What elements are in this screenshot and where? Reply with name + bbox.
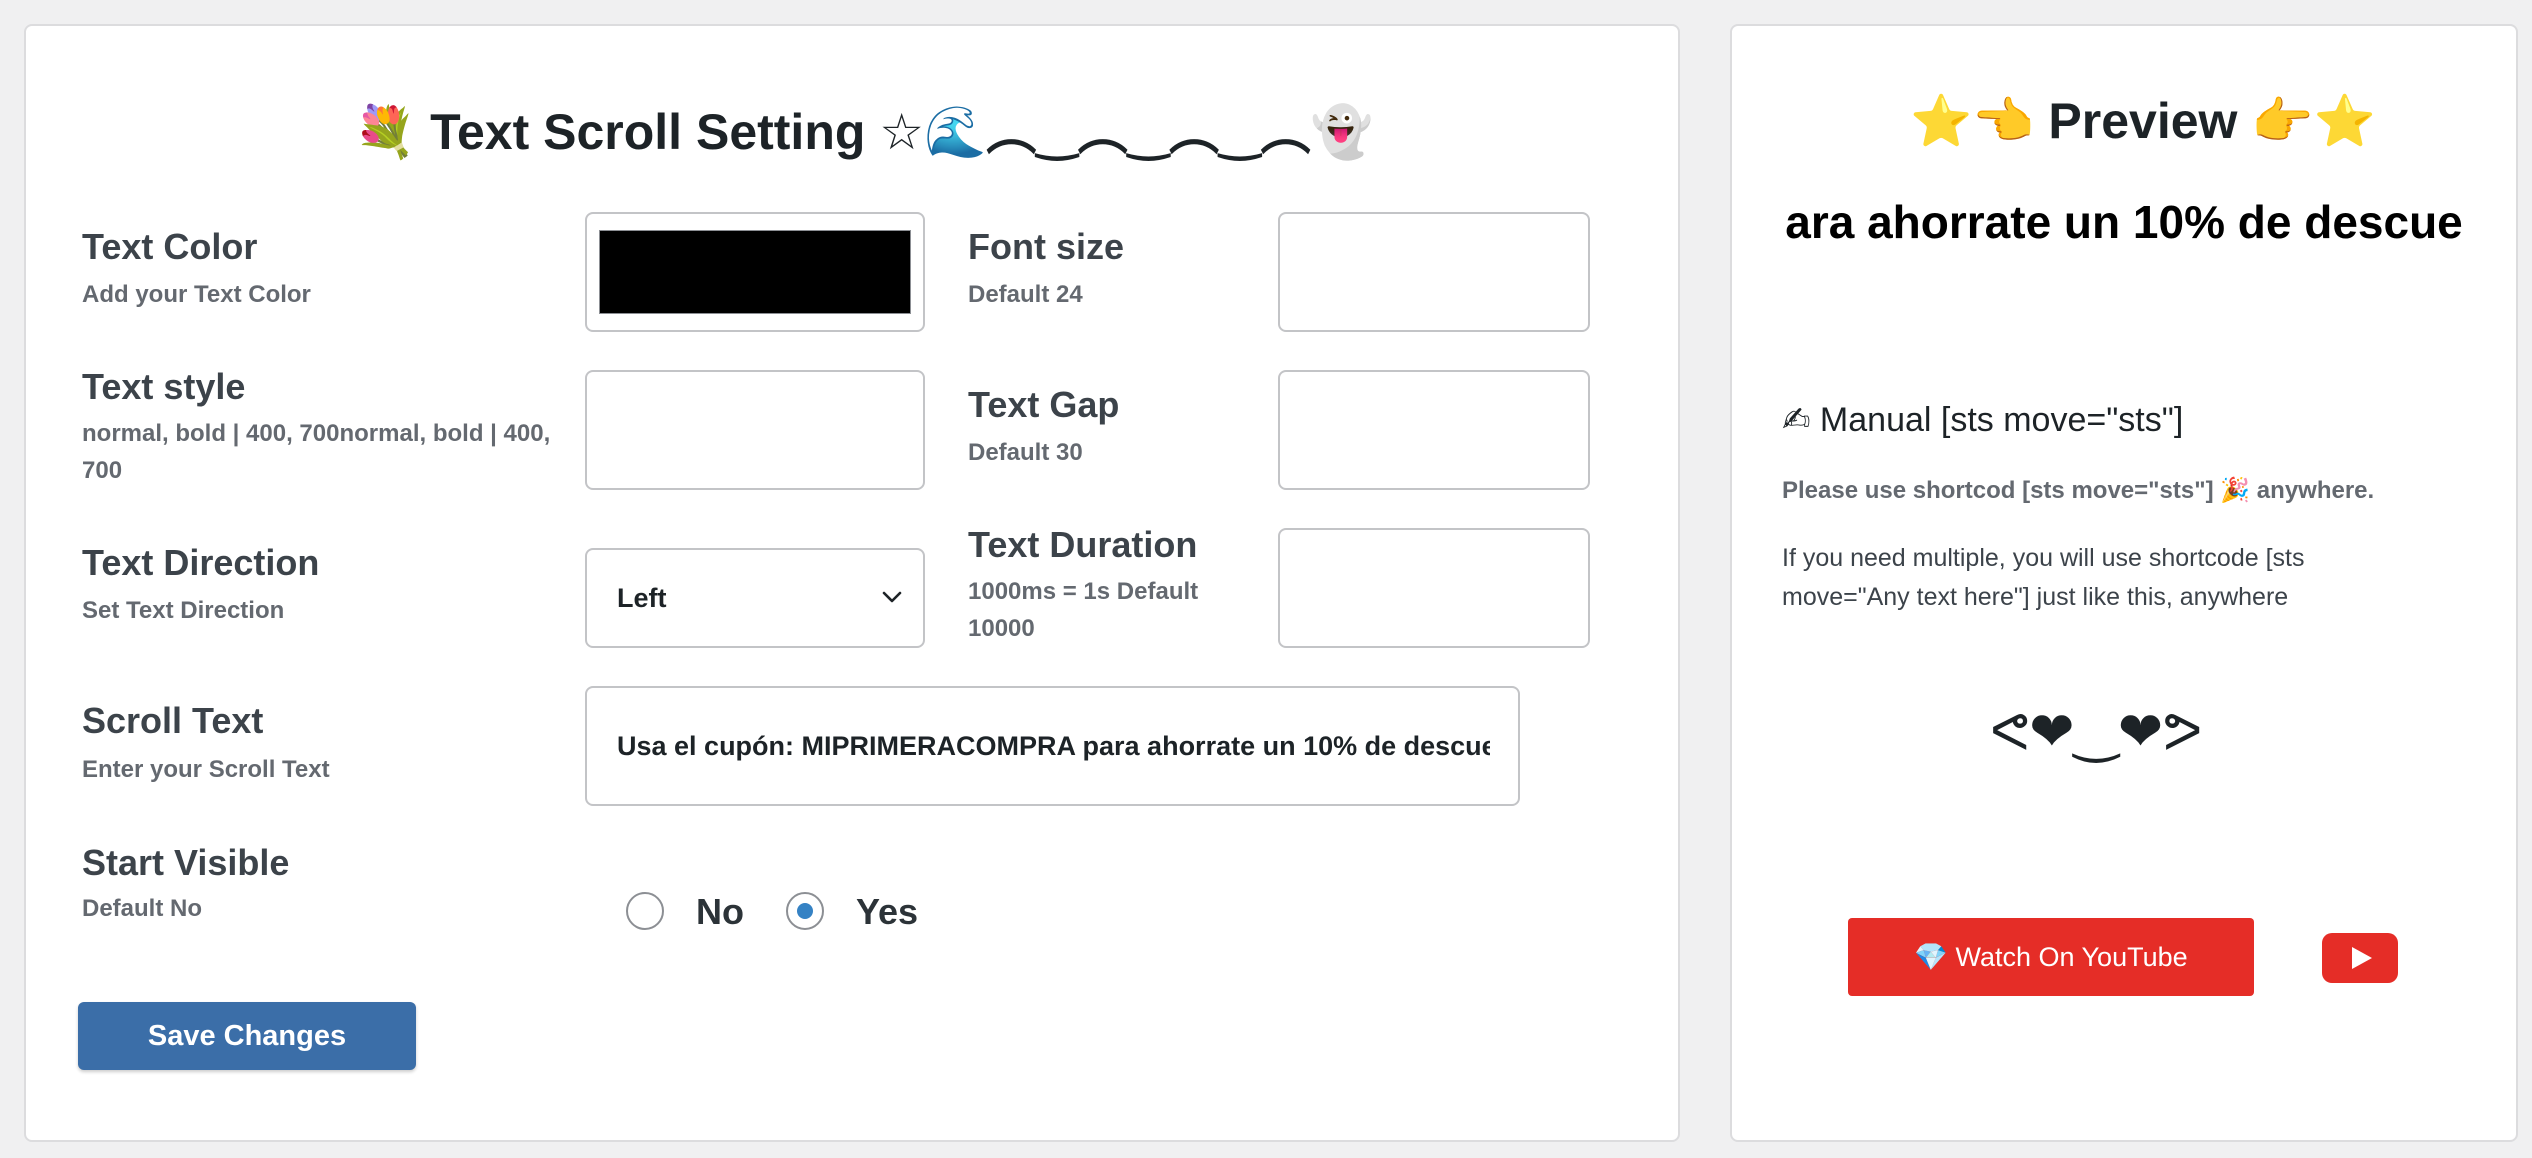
- scroll-text-desc: Enter your Scroll Text: [82, 756, 330, 783]
- shortcode-note: Please use shortcod [sts move="sts"] 🎉 a…: [1782, 477, 2375, 504]
- start-visible-desc: Default No: [82, 895, 202, 922]
- scroll-text-input[interactable]: Usa el cupón: MIPRIMERACOMPRA para ahorr…: [585, 686, 1520, 806]
- text-color-label: Text Color: [82, 226, 258, 267]
- font-size-desc: Default 24: [968, 281, 1083, 308]
- text-direction-label: Text Direction: [82, 542, 320, 583]
- text-style-label: Text style: [82, 366, 246, 407]
- text-color-desc: Add your Text Color: [82, 281, 311, 308]
- radio-yes-label: Yes: [856, 891, 919, 932]
- marquee-text: ara ahorrate un 10% de descue: [1785, 196, 2463, 248]
- text-style-input[interactable]: [585, 370, 925, 490]
- text-gap-input[interactable]: [1278, 370, 1590, 490]
- text-style-desc: normal, bold | 400, 700normal, bold | 40…: [82, 420, 551, 484]
- text-gap-label: Text Gap: [968, 384, 1120, 425]
- radio-yes[interactable]: [786, 892, 824, 930]
- start-visible-label: Start Visible: [82, 842, 290, 883]
- scroll-text-value: Usa el cupón: MIPRIMERACOMPRA para ahorr…: [617, 731, 1490, 761]
- text-direction-select[interactable]: Left: [585, 548, 925, 648]
- marquee-preview: ara ahorrate un 10% de descue: [1760, 195, 2488, 249]
- color-swatch: [599, 230, 911, 314]
- settings-title: 💐 Text Scroll Setting ☆🌊︵‿︵‿︵‿︵👻: [354, 104, 1373, 160]
- radio-no-label: No: [696, 891, 744, 932]
- font-size-label: Font size: [968, 226, 1125, 267]
- text-duration-desc: 1000ms = 1s Default 10000: [968, 578, 1199, 642]
- manual-heading: ✍ Manual [sts move="sts"]: [1782, 401, 2184, 439]
- chevron-down-icon: [879, 584, 905, 615]
- text-color-picker[interactable]: [585, 212, 925, 332]
- save-changes-button[interactable]: Save Changes: [78, 1002, 416, 1070]
- kaomoji: ᕙ❤‿❤ᕗ: [1990, 702, 2203, 762]
- text-gap-desc: Default 30: [968, 439, 1083, 466]
- text-direction-value: Left: [617, 583, 667, 613]
- watch-on-youtube-button[interactable]: 💎 Watch On YouTube: [1848, 918, 2254, 996]
- text-direction-desc: Set Text Direction: [82, 597, 285, 624]
- font-size-input[interactable]: [1278, 212, 1590, 332]
- text-duration-label: Text Duration: [968, 524, 1198, 565]
- youtube-play-icon[interactable]: [2322, 933, 2398, 983]
- radio-no[interactable]: [626, 892, 664, 930]
- text-duration-input[interactable]: [1278, 528, 1590, 648]
- multiple-note: If you need multiple, you will use short…: [1782, 544, 2305, 611]
- preview-title: ⭐👈 Preview 👉⭐: [1910, 93, 2376, 149]
- scroll-text-label: Scroll Text: [82, 700, 264, 741]
